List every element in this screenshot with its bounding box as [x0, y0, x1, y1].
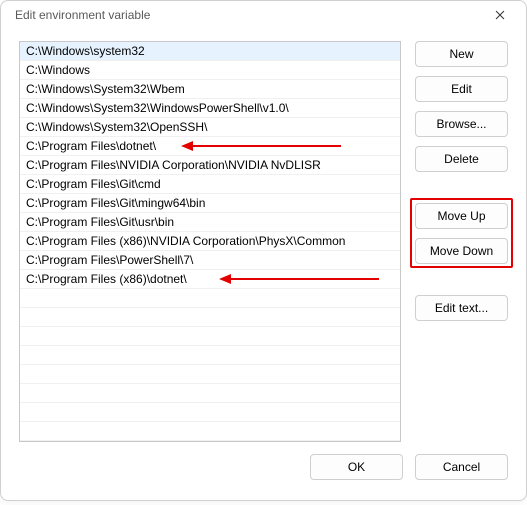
list-item-empty[interactable] [20, 365, 400, 384]
list-item[interactable]: C:\Program Files\PowerShell\7\ [20, 251, 400, 270]
content-area: C:\Windows\system32C:\WindowsC:\Windows\… [1, 29, 526, 442]
list-item-empty[interactable] [20, 422, 400, 441]
move-up-button[interactable]: Move Up [415, 203, 508, 229]
path-listbox[interactable]: C:\Windows\system32C:\WindowsC:\Windows\… [19, 41, 401, 442]
list-item[interactable]: C:\Windows\System32\Wbem [20, 80, 400, 99]
cancel-button[interactable]: Cancel [415, 454, 508, 480]
delete-button[interactable]: Delete [415, 146, 508, 172]
list-item[interactable]: C:\Program Files (x86)\NVIDIA Corporatio… [20, 232, 400, 251]
dialog-window: Edit environment variable C:\Windows\sys… [0, 0, 527, 501]
window-title: Edit environment variable [15, 8, 150, 22]
list-item-empty[interactable] [20, 346, 400, 365]
list-item[interactable]: C:\Windows\System32\OpenSSH\ [20, 118, 400, 137]
titlebar: Edit environment variable [1, 1, 526, 29]
list-item[interactable]: C:\Program Files\dotnet\ [20, 137, 400, 156]
list-item-empty[interactable] [20, 384, 400, 403]
list-item[interactable]: C:\Program Files (x86)\dotnet\ [20, 270, 400, 289]
side-button-panel: New Edit Browse... Delete Move Up Move D… [415, 41, 508, 442]
ok-button[interactable]: OK [310, 454, 403, 480]
browse-button[interactable]: Browse... [415, 111, 508, 137]
list-item[interactable]: C:\Program Files\Git\mingw64\bin [20, 194, 400, 213]
edit-button[interactable]: Edit [415, 76, 508, 102]
annotation-arrow-icon [181, 140, 361, 152]
close-icon[interactable] [484, 1, 516, 29]
move-down-button[interactable]: Move Down [415, 238, 508, 264]
list-item-empty[interactable] [20, 308, 400, 327]
list-item[interactable]: C:\Program Files\Git\cmd [20, 175, 400, 194]
new-button[interactable]: New [415, 41, 508, 67]
list-item[interactable]: C:\Windows\System32\WindowsPowerShell\v1… [20, 99, 400, 118]
list-item-empty[interactable] [20, 327, 400, 346]
list-item-empty[interactable] [20, 289, 400, 308]
list-item[interactable]: C:\Program Files\Git\usr\bin [20, 213, 400, 232]
list-item-empty[interactable] [20, 403, 400, 422]
edit-text-button[interactable]: Edit text... [415, 295, 508, 321]
list-item[interactable]: C:\Windows\system32 [20, 42, 400, 61]
list-item[interactable]: C:\Windows [20, 61, 400, 80]
dialog-footer: OK Cancel [1, 442, 526, 505]
list-item[interactable]: C:\Program Files\NVIDIA Corporation\NVID… [20, 156, 400, 175]
annotation-arrow-icon [219, 273, 399, 285]
